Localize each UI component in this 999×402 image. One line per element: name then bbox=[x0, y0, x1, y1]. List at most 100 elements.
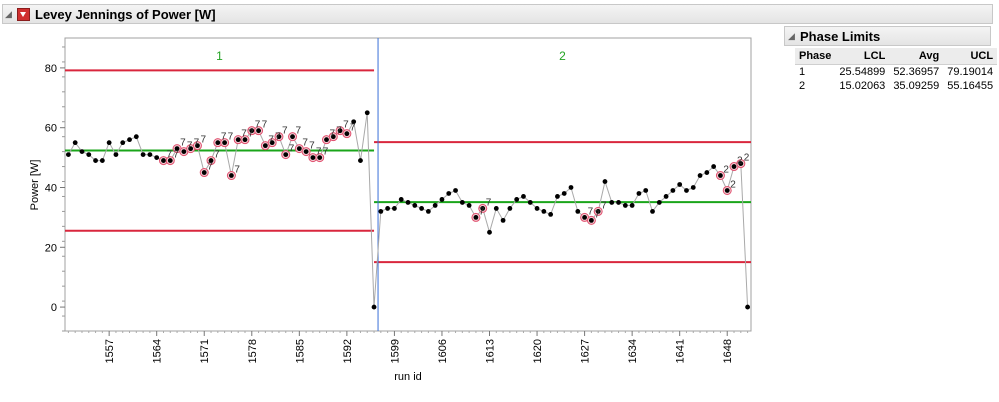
x-tick-label: 1641 bbox=[675, 339, 687, 363]
data-point bbox=[113, 152, 119, 158]
phase-limits-title: Phase Limits bbox=[800, 28, 881, 44]
data-point bbox=[419, 206, 424, 211]
test-flag-label: 7 bbox=[228, 132, 234, 143]
data-point bbox=[72, 140, 78, 146]
column-header: UCL bbox=[943, 48, 998, 65]
table-cell: 1 bbox=[799, 66, 806, 78]
y-tick-label: 0 bbox=[51, 302, 57, 314]
test-flag-label: 7 bbox=[268, 135, 274, 146]
report-title: Levey Jennings of Power [W] bbox=[35, 6, 216, 22]
data-point bbox=[235, 137, 241, 143]
column-header: Phase bbox=[795, 48, 836, 65]
y-tick-label: 20 bbox=[45, 242, 57, 254]
test-flag-label: 7 bbox=[194, 138, 200, 149]
test-flag-label: 7 bbox=[588, 206, 594, 217]
data-point bbox=[487, 229, 492, 235]
test-flag-label: 7 bbox=[200, 135, 206, 146]
table-header-row: Phase LCL Avg UCL bbox=[795, 48, 998, 65]
data-point bbox=[290, 134, 295, 140]
test-flag-label: 7 bbox=[221, 132, 227, 143]
data-point bbox=[500, 217, 506, 223]
data-point bbox=[711, 164, 717, 169]
data-point bbox=[86, 152, 92, 158]
data-point bbox=[588, 217, 594, 223]
data-point bbox=[65, 152, 71, 158]
data-point bbox=[670, 188, 676, 193]
table-cell: 35.09259 bbox=[893, 80, 940, 92]
y-tick-label: 40 bbox=[45, 182, 57, 194]
test-flag-label: 7 bbox=[234, 165, 240, 176]
data-point bbox=[378, 209, 384, 214]
data-point bbox=[93, 158, 98, 163]
x-tick-label: 1627 bbox=[580, 339, 592, 363]
x-tick-label: 1585 bbox=[294, 339, 306, 363]
y-tick-label: 80 bbox=[45, 63, 57, 75]
data-point bbox=[473, 214, 479, 220]
data-point bbox=[147, 152, 153, 158]
data-point bbox=[521, 194, 526, 199]
x-tick-label: 1606 bbox=[437, 339, 449, 363]
x-axis-label: run id bbox=[394, 371, 422, 383]
data-point bbox=[398, 197, 404, 202]
test-flag-label: 7 bbox=[486, 197, 492, 208]
data-point bbox=[106, 140, 112, 146]
data-point bbox=[364, 110, 370, 116]
data-point bbox=[609, 200, 615, 205]
table-cell: 79.19014 bbox=[947, 66, 994, 78]
data-point bbox=[636, 191, 642, 196]
data-point bbox=[575, 209, 581, 214]
data-point bbox=[493, 206, 499, 211]
test-flag-label: 7 bbox=[289, 144, 295, 155]
table-cell: 25.54899 bbox=[839, 66, 886, 78]
data-point bbox=[201, 170, 207, 175]
data-point bbox=[541, 209, 547, 214]
data-point bbox=[555, 194, 560, 199]
data-point bbox=[643, 188, 649, 193]
data-point bbox=[229, 173, 234, 178]
test-flag-label: 7 bbox=[180, 138, 186, 149]
disclosure-triangle-icon[interactable]: ◢ bbox=[5, 9, 15, 20]
test-flag-label: 7 bbox=[262, 120, 268, 131]
report-header[interactable]: ◢ Levey Jennings of Power [W] bbox=[2, 4, 993, 24]
data-point bbox=[616, 200, 621, 205]
test-flag-label: 2 bbox=[737, 156, 743, 167]
data-point bbox=[677, 182, 683, 187]
red-triangle-menu-icon[interactable] bbox=[17, 7, 30, 21]
test-flag-label: 7 bbox=[166, 150, 172, 161]
data-point bbox=[690, 185, 696, 190]
data-point bbox=[656, 200, 662, 205]
y-tick-label: 60 bbox=[45, 123, 57, 135]
data-point bbox=[79, 149, 85, 155]
phase-label: 1 bbox=[216, 49, 223, 63]
data-point bbox=[140, 152, 146, 158]
levey-jennings-chart: 7 77 7 7 7777 777 77 77 77777 77 77 77 7777 77222 2 02… bbox=[29, 37, 752, 383]
data-point bbox=[215, 140, 221, 146]
test-flag-label: 7 bbox=[343, 120, 349, 131]
disclosure-triangle-icon[interactable]: ◢ bbox=[788, 31, 798, 42]
test-flag-label: 7 bbox=[329, 129, 335, 140]
x-tick-label: 1571 bbox=[199, 339, 211, 363]
test-flag-label: 7 bbox=[248, 129, 254, 140]
x-tick-label: 1613 bbox=[485, 339, 497, 363]
data-point bbox=[161, 158, 166, 163]
x-tick-label: 1592 bbox=[342, 339, 354, 363]
data-point bbox=[745, 304, 751, 310]
test-flag-label: 7 bbox=[275, 132, 281, 143]
table-cell: 2 bbox=[799, 80, 806, 92]
data-point bbox=[303, 149, 309, 155]
data-point bbox=[120, 140, 126, 146]
data-point bbox=[507, 206, 513, 211]
test-flag-label: 2 bbox=[723, 165, 729, 176]
data-point bbox=[548, 211, 554, 217]
data-point bbox=[344, 131, 350, 137]
data-point bbox=[133, 134, 139, 140]
test-flag-label: 7 bbox=[309, 141, 315, 152]
phase-limits-header[interactable]: ◢ Phase Limits bbox=[784, 26, 991, 46]
table-cell: 15.02063 bbox=[839, 80, 886, 92]
column-header: Avg bbox=[889, 48, 944, 65]
test-flag-label: 7 bbox=[255, 120, 261, 131]
data-point bbox=[439, 197, 445, 202]
x-tick-label: 1599 bbox=[389, 339, 401, 363]
data-point bbox=[561, 191, 567, 196]
data-point bbox=[453, 188, 458, 193]
